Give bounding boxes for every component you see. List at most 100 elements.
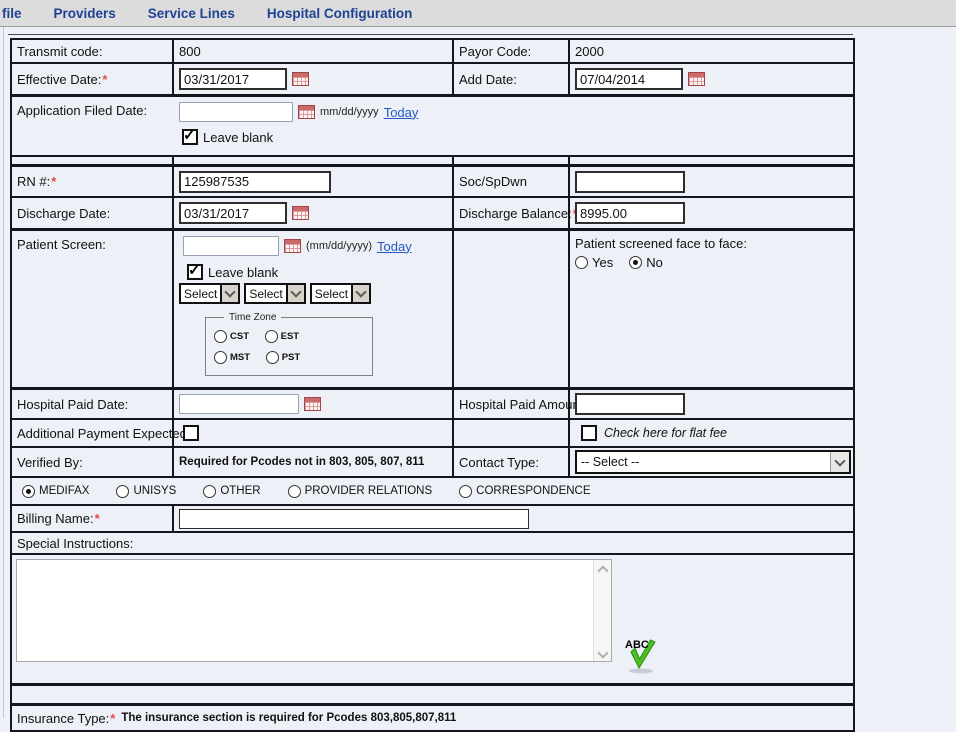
- row-special-instructions: ABC: [12, 555, 853, 686]
- verified-by-note: Required for Pcodes not in 803, 805, 807…: [179, 456, 424, 468]
- correspondence-radio[interactable]: [459, 485, 472, 498]
- patient-screen-cell: (mm/dd/yyyy) Today Leave blank Select Se…: [174, 231, 454, 387]
- discharge-balance-input[interactable]: [575, 202, 685, 224]
- verified-option-unisys[interactable]: UNISYS: [116, 478, 176, 504]
- verified-option-provider-relations[interactable]: PROVIDER RELATIONS: [288, 478, 433, 504]
- hospital-paid-amount-label: Hospital Paid Amount:: [454, 390, 570, 418]
- row-billing-name: Billing Name:*: [12, 506, 853, 533]
- hospital-paid-date-input[interactable]: [179, 394, 299, 414]
- hospital-paid-date-cell: [174, 390, 454, 418]
- menu-item-file[interactable]: file: [2, 6, 22, 21]
- required-asterisk: *: [110, 711, 115, 726]
- other-radio[interactable]: [203, 485, 216, 498]
- row-application-filed-date: Application Filed Date: mm/dd/yyyy Today…: [12, 97, 853, 157]
- textarea-scrollbar[interactable]: [593, 560, 611, 661]
- row-verified-by-options: MEDIFAX UNISYS OTHER PROVIDER RELATIONS …: [12, 478, 853, 506]
- date-format-hint: mm/dd/yyyy: [320, 106, 379, 118]
- flat-fee-cell: Check here for flat fee: [570, 420, 853, 446]
- time-zone-option-pst[interactable]: PST: [266, 351, 300, 364]
- face-to-face-option-no[interactable]: No: [629, 255, 663, 270]
- contact-type-select[interactable]: -- Select --: [575, 450, 851, 474]
- today-link[interactable]: Today: [377, 239, 412, 254]
- yes-radio[interactable]: [575, 256, 588, 269]
- row-hospital-paid: Hospital Paid Date: Hospital Paid Amount…: [12, 390, 853, 420]
- today-link[interactable]: Today: [384, 105, 419, 120]
- scroll-up-icon[interactable]: [597, 565, 608, 576]
- add-date-input[interactable]: [575, 68, 683, 90]
- menu-item-providers[interactable]: Providers: [54, 6, 116, 21]
- time-zone-option-mst[interactable]: MST: [214, 351, 250, 364]
- additional-payment-checkbox[interactable]: [183, 425, 199, 441]
- discharge-date-input[interactable]: [179, 202, 287, 224]
- mst-radio[interactable]: [214, 351, 227, 364]
- face-to-face-cell: Patient screened face to face: Yes No: [570, 231, 853, 387]
- contact-type-label: Contact Type:: [454, 448, 570, 476]
- provider-relations-radio[interactable]: [288, 485, 301, 498]
- discharge-balance-label: Discharge Balance:*: [454, 198, 570, 228]
- calendar-icon[interactable]: [688, 72, 705, 86]
- est-radio[interactable]: [265, 330, 278, 343]
- verified-option-other[interactable]: OTHER: [203, 478, 260, 504]
- effective-date-label: Effective Date:*: [12, 64, 174, 94]
- unisys-radio[interactable]: [116, 485, 129, 498]
- insurance-type-label: Insurance Type:: [17, 711, 109, 726]
- left-frame-divider: [3, 27, 4, 718]
- flat-fee-checkbox[interactable]: [581, 425, 597, 441]
- rn-number-input[interactable]: [179, 171, 331, 193]
- verified-option-correspondence[interactable]: CORRESPONDENCE: [459, 478, 590, 504]
- discharge-date-label: Discharge Date:: [12, 198, 174, 228]
- calendar-icon[interactable]: [304, 397, 321, 411]
- leave-blank-checkbox[interactable]: [187, 264, 203, 280]
- special-instructions-textarea[interactable]: [17, 560, 593, 661]
- patient-screen-select-2[interactable]: Select: [244, 283, 305, 304]
- transmit-code-label: Transmit code:: [12, 40, 174, 62]
- abc-spellcheck-icon[interactable]: ABC: [624, 635, 660, 675]
- time-zone-option-est[interactable]: EST: [265, 330, 299, 343]
- calendar-icon[interactable]: [292, 206, 309, 220]
- rn-number-cell: [174, 167, 454, 196]
- top-menu-bar: file Providers Service Lines Hospital Co…: [0, 0, 956, 27]
- row-additional-payment: Additional Payment Expected: Check here …: [12, 420, 853, 448]
- cst-radio[interactable]: [214, 330, 227, 343]
- discharge-date-cell: [174, 198, 454, 228]
- pst-radio[interactable]: [266, 351, 279, 364]
- date-format-hint: (mm/dd/yyyy): [306, 240, 372, 252]
- add-date-label: Add Date:: [454, 64, 570, 94]
- svg-text:ABC: ABC: [625, 639, 649, 651]
- effective-date-input[interactable]: [179, 68, 287, 90]
- scroll-down-icon[interactable]: [597, 647, 608, 658]
- time-zone-option-cst[interactable]: CST: [214, 330, 249, 343]
- calendar-icon[interactable]: [284, 239, 301, 253]
- patient-screen-label: Patient Screen:: [12, 231, 174, 387]
- billing-name-input[interactable]: [179, 509, 529, 529]
- discharge-balance-cell: [570, 198, 853, 228]
- verified-by-note-cell: Required for Pcodes not in 803, 805, 807…: [174, 448, 454, 476]
- contact-type-cell: -- Select --: [570, 448, 856, 476]
- verified-by-label: Verified By:: [12, 448, 174, 476]
- medifax-radio[interactable]: [22, 485, 35, 498]
- menu-item-service-lines[interactable]: Service Lines: [148, 6, 235, 21]
- calendar-icon[interactable]: [298, 105, 315, 119]
- special-instructions-box: [16, 559, 612, 662]
- soc-spdwn-input[interactable]: [575, 171, 685, 193]
- hospital-paid-amount-input[interactable]: [575, 393, 685, 415]
- chevron-down-icon: [220, 285, 238, 302]
- row-rn-soc: RN #:* Soc/SpDwn: [12, 167, 853, 198]
- patient-screen-select-3[interactable]: Select: [310, 283, 371, 304]
- patient-screen-select-1[interactable]: Select: [179, 283, 240, 304]
- verified-option-medifax[interactable]: MEDIFAX: [22, 478, 89, 504]
- hospital-paid-amount-cell: [570, 390, 853, 418]
- leave-blank-checkbox[interactable]: [182, 129, 198, 145]
- calendar-icon[interactable]: [292, 72, 309, 86]
- row-patient-screen: Patient Screen: (mm/dd/yyyy) Today Leave…: [12, 231, 853, 390]
- leave-blank-label: Leave blank: [203, 130, 273, 145]
- patient-screen-empty-cell: [454, 231, 570, 387]
- spacer-row: [12, 686, 853, 706]
- patient-screen-date-input[interactable]: [183, 236, 279, 256]
- effective-date-cell: [174, 64, 454, 94]
- required-asterisk: *: [95, 511, 100, 526]
- no-radio[interactable]: [629, 256, 642, 269]
- face-to-face-option-yes[interactable]: Yes: [575, 255, 613, 270]
- application-filed-date-input[interactable]: [179, 102, 293, 122]
- menu-item-hospital-configuration[interactable]: Hospital Configuration: [267, 6, 413, 21]
